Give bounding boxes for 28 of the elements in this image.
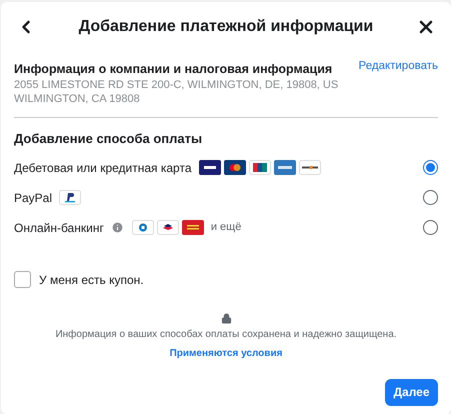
bank-logo-icon [156, 220, 179, 235]
radio-button[interactable] [423, 190, 438, 205]
info-icon [110, 221, 124, 234]
section-heading: Информация о компании и налоговая информация [14, 61, 332, 77]
payment-method-label: Онлайн-банкинг [14, 220, 104, 236]
card-logo-icon [248, 160, 271, 175]
card-logo-icon [198, 160, 221, 175]
more-text: и ещё [210, 220, 242, 236]
terms-link[interactable]: Применяются условия [170, 346, 282, 360]
card-logo-icon [298, 160, 321, 175]
dialog-title: Добавление платежной информации [78, 17, 374, 37]
payment-method-label: Дебетовая или кредитная карта [14, 160, 192, 176]
next-button[interactable]: Далее [385, 378, 438, 406]
edit-link[interactable]: Редактировать [358, 58, 438, 76]
bank-logo-icon [182, 220, 204, 235]
radio-button[interactable] [423, 220, 438, 235]
paypal-logo-icon [59, 190, 82, 205]
coupon-checkbox[interactable] [14, 271, 31, 288]
payment-method-label: PayPal [14, 190, 52, 206]
bank-logo-icon [132, 220, 154, 235]
section-heading: Добавление способа оплаты [14, 130, 204, 148]
lock-icon [220, 312, 232, 324]
security-note: Информация о ваших способах оплаты сохранена и надежно защищена. [55, 328, 397, 342]
card-logo-icon [224, 160, 246, 175]
company-address: 2055 LIMESTONE RD STE 200-C, WILMINGTON, DE, 19808, US WILMINGTON, CA 19808 [14, 78, 340, 106]
card-logo-icon [274, 160, 296, 175]
radio-button[interactable] [423, 160, 438, 175]
coupon-label: У меня есть купон. [39, 272, 144, 288]
